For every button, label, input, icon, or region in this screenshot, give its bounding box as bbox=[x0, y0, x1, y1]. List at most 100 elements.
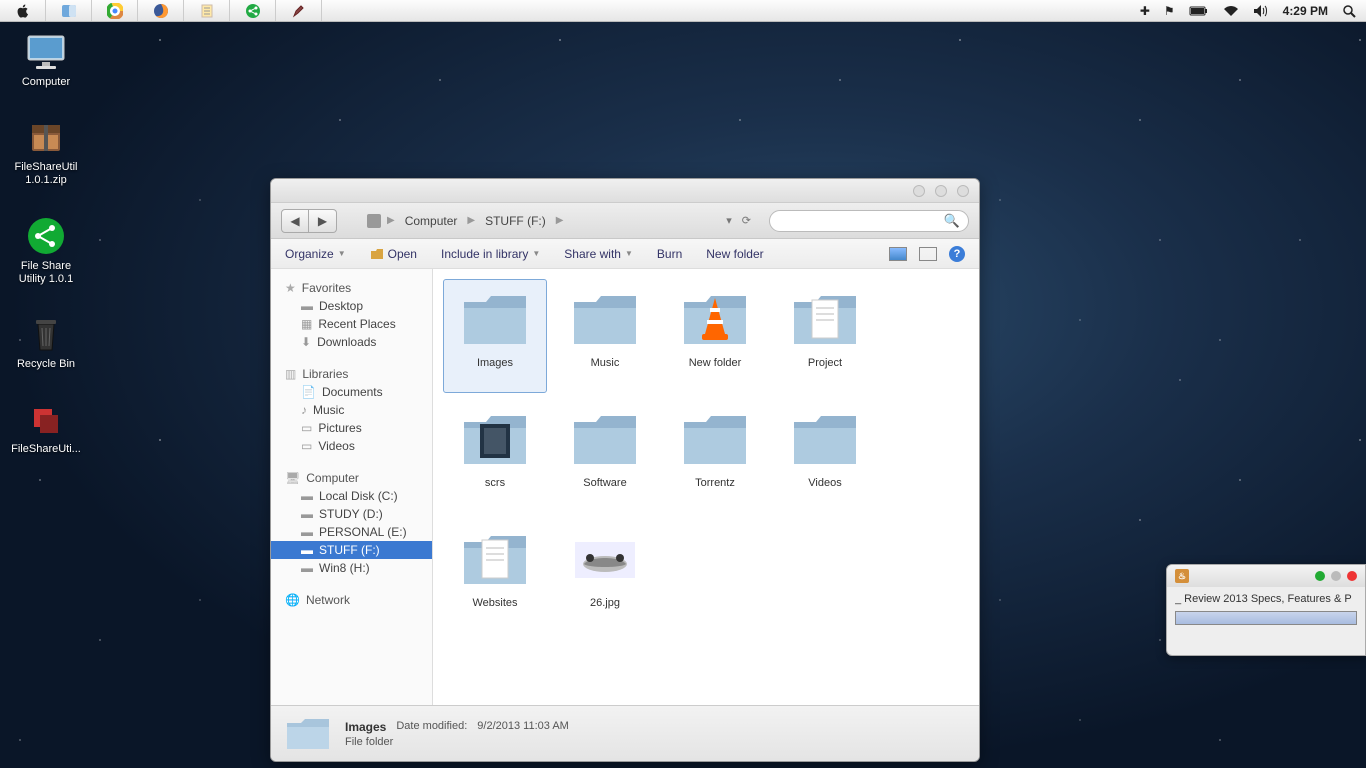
explorer-sidebar: ★Favorites ▬Desktop ▦Recent Places ⬇Down… bbox=[271, 269, 433, 705]
desktop-icon-computer[interactable]: Computer bbox=[6, 30, 86, 89]
file-item-torrentz[interactable]: Torrentz bbox=[663, 399, 767, 513]
sidebar-item-localdisk[interactable]: ▬Local Disk (C:) bbox=[271, 487, 432, 505]
battery-icon[interactable] bbox=[1189, 5, 1209, 17]
file-label: Music bbox=[591, 357, 620, 369]
sidebar-item-win8[interactable]: ▬Win8 (H:) bbox=[271, 559, 432, 577]
explorer-content[interactable]: Images Music New folder Project scrs Software… bbox=[433, 269, 979, 705]
finder-icon[interactable] bbox=[46, 0, 92, 21]
window-close[interactable] bbox=[957, 185, 969, 197]
desktop-icon-app[interactable]: FileShareUti... bbox=[6, 397, 86, 456]
status-name: Images bbox=[345, 720, 386, 734]
firefox-icon[interactable] bbox=[138, 0, 184, 21]
java-progress-window[interactable]: ♨ _ Review 2013 Specs, Features & P bbox=[1166, 564, 1366, 656]
desktop-icon-recycle[interactable]: Recycle Bin bbox=[6, 312, 86, 371]
help-icon[interactable]: ? bbox=[949, 246, 965, 262]
search-box[interactable]: 🔍 bbox=[769, 210, 969, 232]
drive-icon bbox=[367, 214, 381, 228]
desktop-icon-share[interactable]: File Share Utility 1.0.1 bbox=[6, 214, 86, 286]
desktop-icon-label: Computer bbox=[22, 76, 70, 89]
minimize-dot[interactable] bbox=[1315, 571, 1325, 581]
window-maximize[interactable] bbox=[935, 185, 947, 197]
file-label: 26.jpg bbox=[590, 597, 620, 609]
chrome-icon[interactable] bbox=[92, 0, 138, 21]
sidebar-item-recent[interactable]: ▦Recent Places bbox=[271, 315, 432, 333]
file-item-music[interactable]: Music bbox=[553, 279, 657, 393]
file-item-websites[interactable]: Websites bbox=[443, 519, 547, 633]
file-label: Images bbox=[477, 357, 513, 369]
sidebar-item-personal[interactable]: ▬PERSONAL (E:) bbox=[271, 523, 432, 541]
status-folder-icon bbox=[285, 715, 331, 753]
sidebar-libraries[interactable]: ▥Libraries bbox=[271, 365, 432, 383]
flag-icon[interactable]: ⚑ bbox=[1164, 4, 1175, 18]
burn-button[interactable]: Burn bbox=[657, 247, 682, 261]
progress-titlebar[interactable]: ♨ bbox=[1167, 565, 1365, 587]
file-item-images[interactable]: Images bbox=[443, 279, 547, 393]
explorer-window: ◀ ▶ ▶ Computer ▶ STUFF (F:) ▶ ▾ ⟳ 🔍 Orga… bbox=[270, 178, 980, 762]
window-titlebar[interactable] bbox=[271, 179, 979, 203]
maximize-dot[interactable] bbox=[1331, 571, 1341, 581]
include-library-button[interactable]: Include in library▼ bbox=[441, 247, 540, 261]
sidebar-item-study[interactable]: ▬STUDY (D:) bbox=[271, 505, 432, 523]
window-minimize[interactable] bbox=[913, 185, 925, 197]
desktop-icon-zip[interactable]: FileShareUtil 1.0.1.zip bbox=[6, 115, 86, 187]
add-icon[interactable]: ✚ bbox=[1140, 4, 1150, 18]
apple-menu-icon[interactable] bbox=[0, 0, 46, 21]
status-date-label: Date modified: bbox=[396, 720, 467, 734]
volume-icon[interactable] bbox=[1253, 4, 1269, 18]
file-item-26-jpg[interactable]: 26.jpg bbox=[553, 519, 657, 633]
sidebar-item-stuff[interactable]: ▬STUFF (F:) bbox=[271, 541, 432, 559]
view-button[interactable] bbox=[889, 247, 907, 261]
search-input[interactable] bbox=[778, 215, 944, 227]
file-item-software[interactable]: Software bbox=[553, 399, 657, 513]
sidebar-item-documents[interactable]: 📄Documents bbox=[271, 383, 432, 401]
sidebar-item-downloads[interactable]: ⬇Downloads bbox=[271, 333, 432, 351]
menubar-app-icons bbox=[0, 0, 322, 21]
sidebar-item-pictures[interactable]: ▭Pictures bbox=[271, 419, 432, 437]
sidebar-network[interactable]: 🌐Network bbox=[271, 591, 432, 609]
file-item-videos[interactable]: Videos bbox=[773, 399, 877, 513]
file-item-scrs[interactable]: scrs bbox=[443, 399, 547, 513]
preview-pane-button[interactable] bbox=[919, 247, 937, 261]
nav-forward-button[interactable]: ▶ bbox=[309, 209, 337, 233]
file-label: Videos bbox=[808, 477, 841, 489]
file-label: scrs bbox=[485, 477, 505, 489]
share-with-button[interactable]: Share with▼ bbox=[564, 247, 633, 261]
file-icon bbox=[567, 284, 643, 354]
sidebar-item-music[interactable]: ♪Music bbox=[271, 401, 432, 419]
new-folder-button[interactable]: New folder bbox=[706, 247, 763, 261]
file-icon bbox=[677, 284, 753, 354]
refresh-icon[interactable]: ⟳ bbox=[742, 214, 751, 227]
sidebar-computer[interactable]: 🖥Computer bbox=[271, 469, 432, 487]
file-label: Websites bbox=[472, 597, 517, 609]
breadcrumb-dropdown-icon[interactable]: ▾ bbox=[726, 214, 732, 227]
clock[interactable]: 4:29 PM bbox=[1283, 4, 1328, 18]
breadcrumb-current[interactable]: STUFF (F:) bbox=[481, 212, 550, 230]
organize-button[interactable]: Organize▼ bbox=[285, 247, 346, 261]
menubar-status: ✚ ⚑ 4:29 PM bbox=[1140, 4, 1366, 18]
breadcrumb: ▶ Computer ▶ STUFF (F:) ▶ bbox=[367, 212, 563, 230]
wifi-icon[interactable] bbox=[1223, 5, 1239, 17]
desktop-icon-label: FileShareUti... bbox=[11, 443, 81, 456]
close-dot[interactable] bbox=[1347, 571, 1357, 581]
sidebar-favorites[interactable]: ★Favorites bbox=[271, 279, 432, 297]
brush-icon[interactable] bbox=[276, 0, 322, 21]
file-item-new-folder[interactable]: New folder bbox=[663, 279, 767, 393]
details-pane: Images Date modified: 9/2/2013 11:03 AM … bbox=[271, 705, 979, 761]
sidebar-item-desktop[interactable]: ▬Desktop bbox=[271, 297, 432, 315]
nav-back-button[interactable]: ◀ bbox=[281, 209, 309, 233]
java-icon: ♨ bbox=[1175, 569, 1189, 583]
sidebar-item-videos[interactable]: ▭Videos bbox=[271, 437, 432, 455]
open-button[interactable]: Open bbox=[370, 247, 417, 261]
file-icon bbox=[567, 404, 643, 474]
file-icon bbox=[567, 524, 643, 594]
breadcrumb-computer[interactable]: Computer bbox=[401, 212, 462, 230]
file-label: New folder bbox=[689, 357, 742, 369]
spotlight-icon[interactable] bbox=[1342, 4, 1356, 18]
search-icon[interactable]: 🔍 bbox=[944, 213, 960, 229]
share-app-icon[interactable] bbox=[230, 0, 276, 21]
file-item-project[interactable]: Project bbox=[773, 279, 877, 393]
file-icon bbox=[457, 524, 533, 594]
address-bar: ◀ ▶ ▶ Computer ▶ STUFF (F:) ▶ ▾ ⟳ 🔍 bbox=[271, 203, 979, 239]
notes-icon[interactable] bbox=[184, 0, 230, 21]
file-grid: Images Music New folder Project scrs Software… bbox=[443, 279, 969, 633]
